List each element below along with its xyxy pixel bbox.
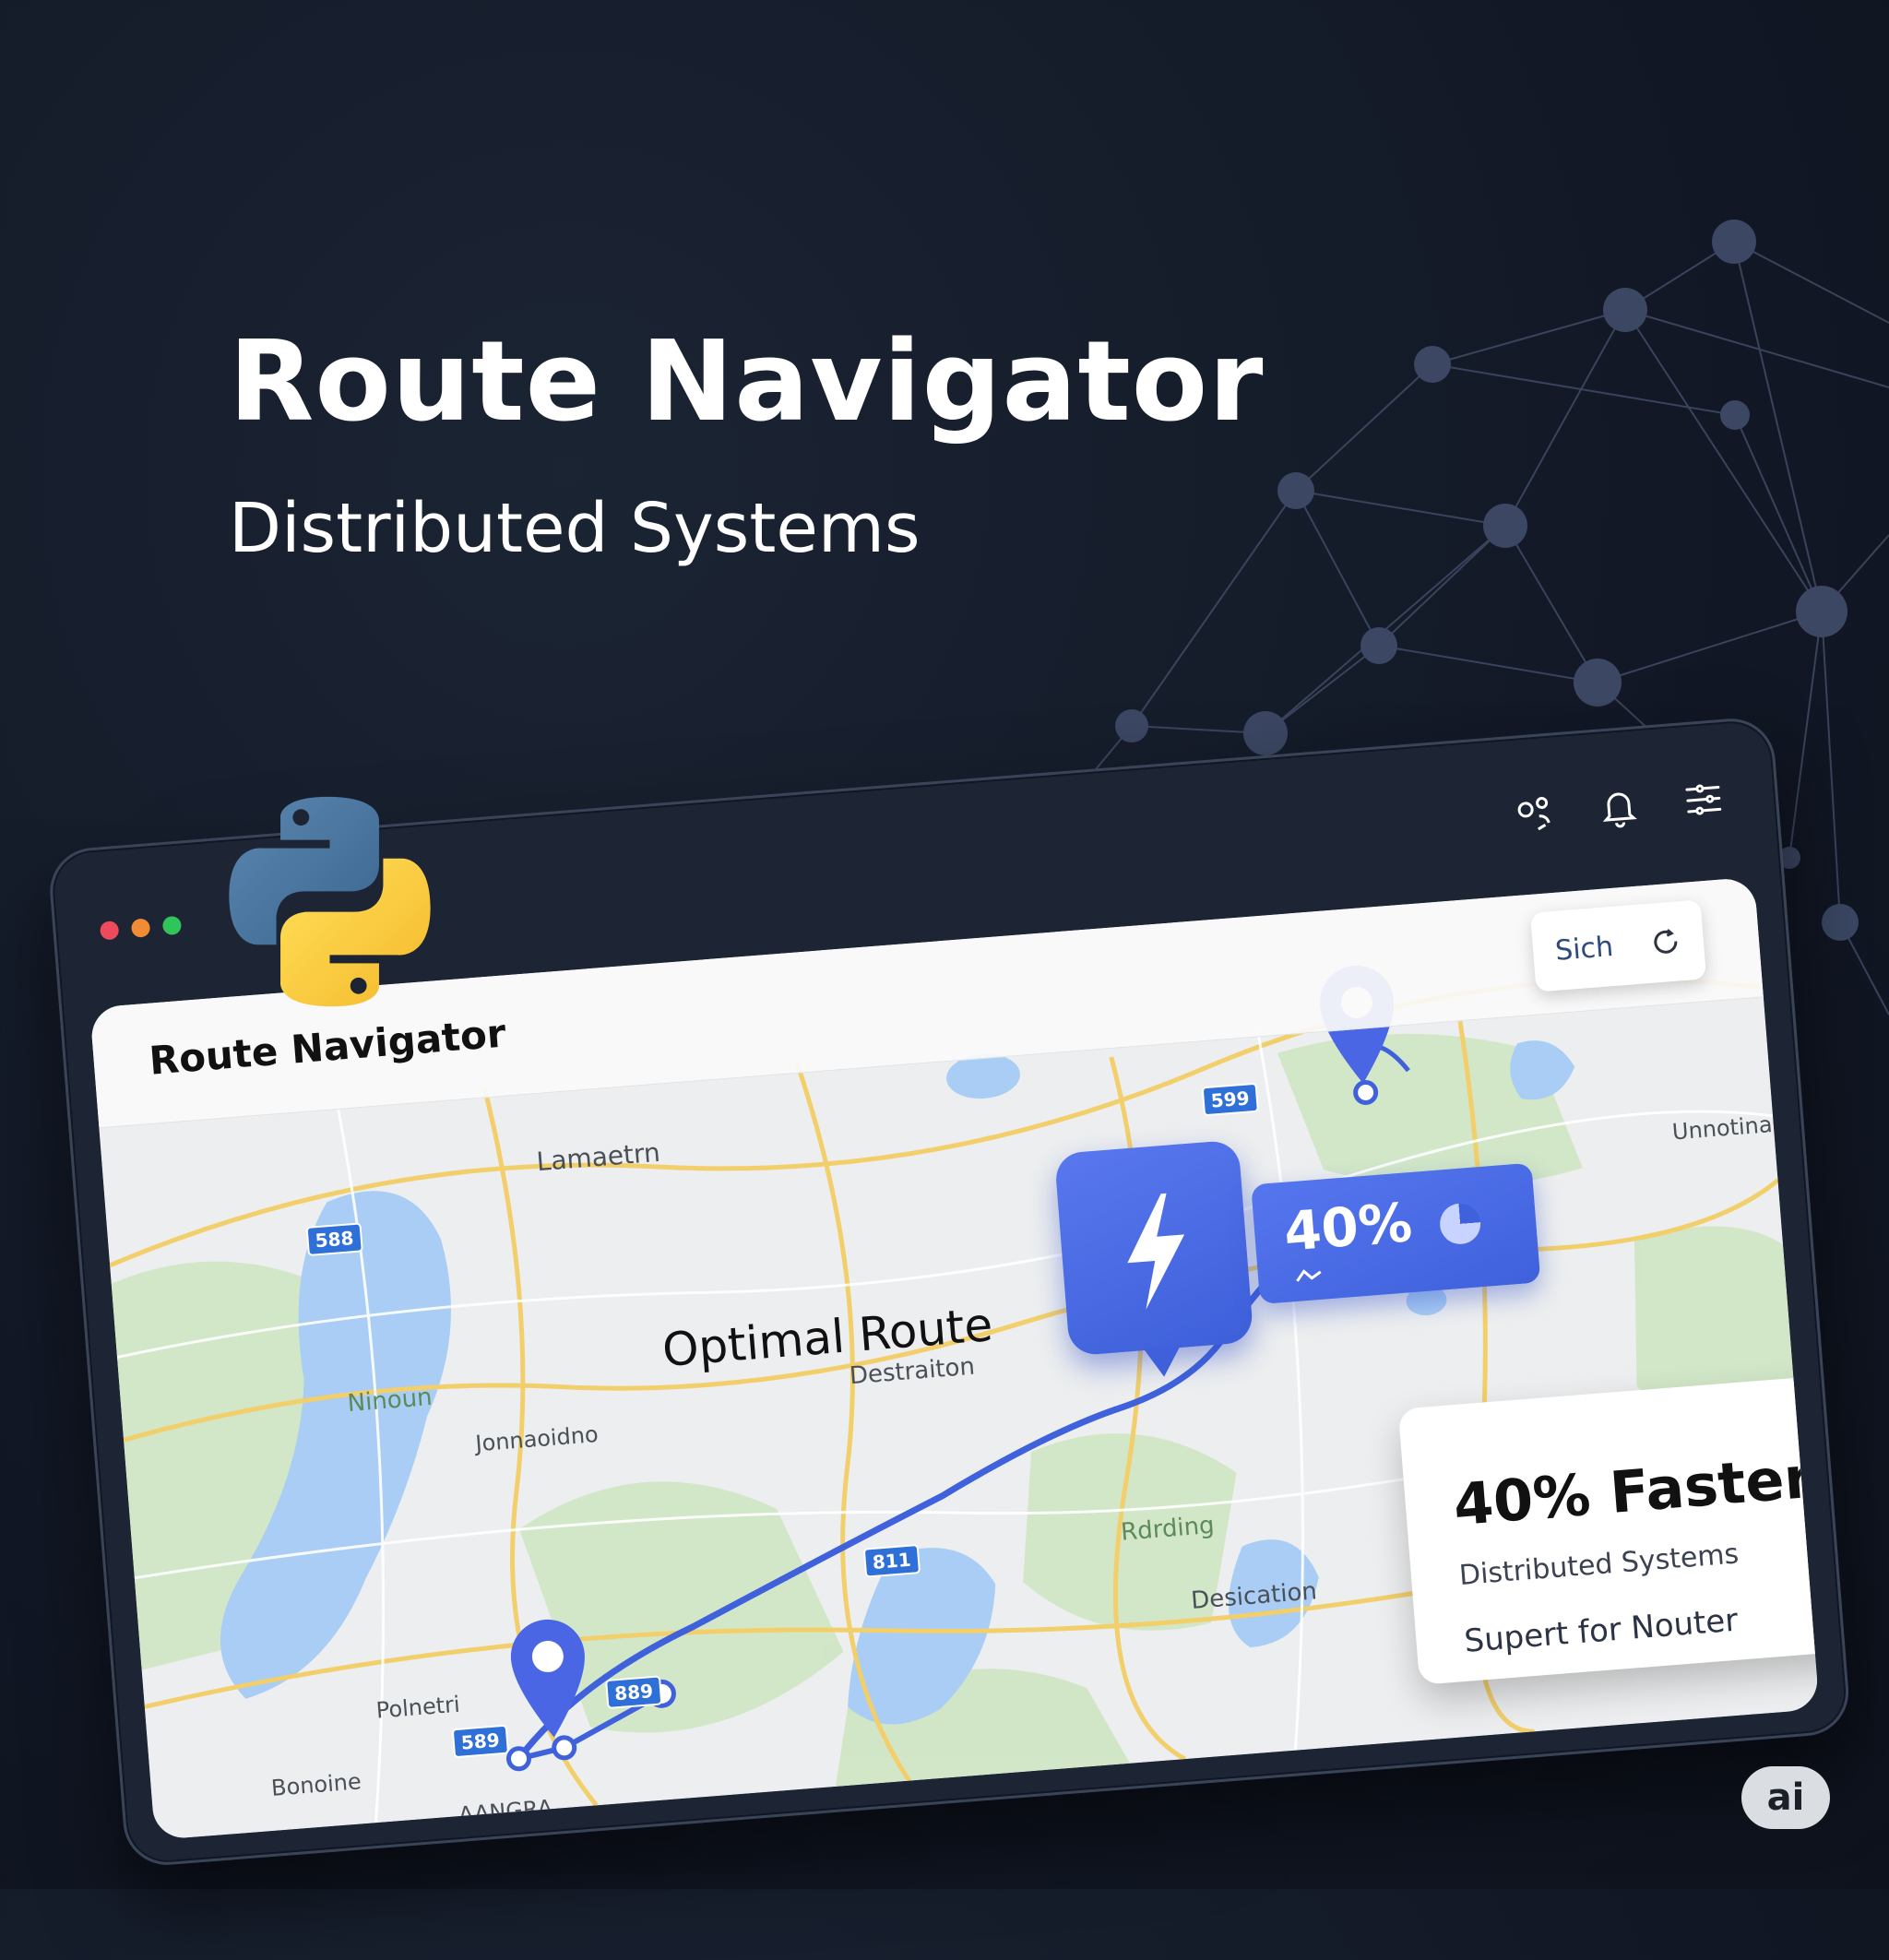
speed-stat-chip[interactable]: 40% [1251, 1163, 1540, 1305]
road-shield: 589 [452, 1725, 509, 1759]
users-icon[interactable] [1512, 790, 1557, 836]
filter-icon[interactable] [1681, 778, 1726, 823]
road-shield: 811 [863, 1544, 921, 1578]
map-view[interactable]: Route Navigator Sich Lamaetrn Ninoun Jon… [89, 877, 1819, 1840]
close-window-button[interactable] [100, 921, 120, 941]
bell-icon[interactable] [1596, 784, 1641, 829]
ai-badge: ai [1741, 1766, 1830, 1829]
lightning-icon [1054, 1139, 1254, 1356]
road-shield: 588 [306, 1222, 363, 1256]
refresh-search-icon[interactable] [1649, 925, 1683, 959]
minimize-window-button[interactable] [131, 918, 151, 938]
road-shield: 599 [1202, 1083, 1259, 1117]
search-box[interactable]: Sich [1530, 899, 1706, 992]
search-placeholder: Sich [1554, 930, 1614, 967]
performance-subtitle: Distributed Systems [1458, 1538, 1740, 1592]
maximize-window-button[interactable] [162, 916, 183, 936]
performance-card[interactable]: 40% Faster Distributed Systems Supert fo… [1398, 1375, 1820, 1685]
trend-icon [1295, 1268, 1324, 1283]
app-title: Route Navigator [148, 1010, 507, 1083]
python-logo-icon [217, 789, 443, 1015]
window-controls [100, 916, 182, 941]
road-shield: 889 [605, 1675, 662, 1709]
speed-stat-value: 40% [1282, 1191, 1415, 1264]
pie-chart-icon [1438, 1202, 1481, 1245]
performance-heading: 40% Faster [1451, 1443, 1814, 1538]
performance-caption: Supert for Nouter [1463, 1602, 1740, 1660]
speed-marker[interactable] [1054, 1139, 1254, 1356]
toolbar-icons [1512, 778, 1727, 837]
